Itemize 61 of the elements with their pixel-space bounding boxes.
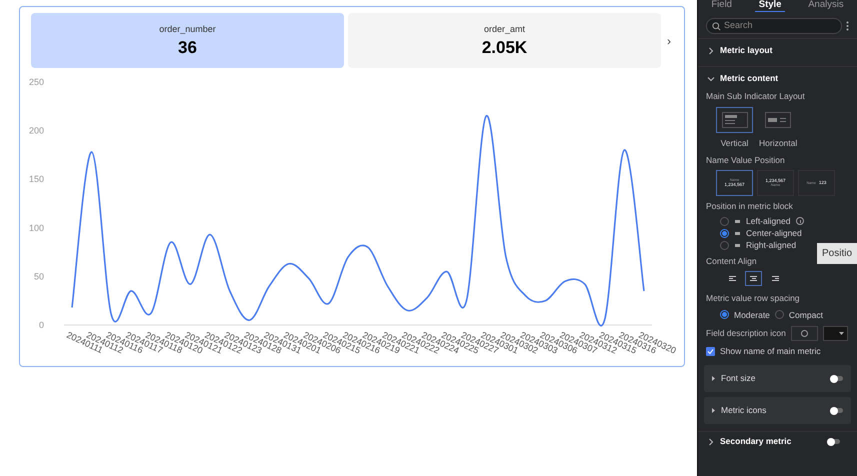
caret-right-icon — [712, 376, 715, 381]
caret-icon — [838, 332, 844, 336]
subsection-header[interactable]: Font size — [704, 365, 851, 392]
radio-button[interactable] — [720, 310, 729, 320]
y-axis-label: 100 — [28, 222, 44, 233]
y-axis-label: 250 — [28, 77, 44, 87]
align-icon — [735, 232, 740, 234]
checkbox[interactable] — [706, 347, 715, 356]
radio-label: Compact — [788, 308, 823, 322]
chevron-down-icon — [707, 74, 715, 82]
color-dropdown[interactable] — [822, 326, 848, 342]
radio-label: Moderate — [734, 308, 770, 322]
section-header[interactable]: Metric layout — [698, 38, 857, 62]
metric-value: 2.05K — [482, 36, 528, 58]
chevron-right-icon — [707, 438, 715, 446]
section-header[interactable]: Metric content — [698, 66, 857, 90]
metric-name: order_amt — [484, 23, 526, 36]
search-field[interactable]: Search — [706, 18, 842, 34]
align-button[interactable] — [745, 270, 762, 286]
panel-tab[interactable]: Style — [754, 0, 786, 12]
radio-button[interactable] — [720, 216, 729, 226]
field-label: Metric value row spacing — [706, 292, 801, 304]
align-icon — [735, 244, 740, 246]
radio-label: Center-aligned — [746, 226, 802, 240]
panel-tab[interactable]: Analysis — [804, 0, 848, 12]
align-icon — [735, 220, 740, 222]
field-label: Position in metric block — [706, 200, 794, 213]
panel-tab[interactable]: Field — [707, 0, 736, 12]
subsection-header[interactable]: Metric icons — [704, 397, 851, 424]
metric-name: order_number — [159, 23, 216, 36]
y-axis-label: 150 — [28, 174, 44, 184]
toggle-switch[interactable] — [831, 408, 843, 413]
toggle-switch[interactable] — [828, 439, 840, 444]
y-axis-label: 0 — [38, 320, 44, 330]
search-input[interactable]: Search — [724, 19, 804, 33]
radio-button[interactable] — [774, 310, 784, 320]
caret-right-icon — [712, 408, 715, 413]
section-header[interactable]: Secondary metric — [698, 431, 857, 451]
icon-picker[interactable] — [790, 326, 818, 342]
radio-button[interactable] — [720, 240, 729, 250]
next-button[interactable]: › — [665, 32, 673, 50]
radio-button[interactable] — [720, 228, 729, 238]
metric-card[interactable]: order_amt 2.05K — [348, 13, 661, 68]
layout-option[interactable]: Horizontal — [759, 106, 798, 150]
radio-label: Right-aligned — [746, 238, 796, 252]
y-axis-label: 50 — [34, 271, 44, 282]
toggle-switch[interactable] — [831, 376, 843, 381]
field-label: Name Value Position — [706, 154, 786, 166]
metric-value: 36 — [178, 36, 197, 58]
field-label: Main Sub Indicator Layout — [706, 90, 806, 103]
metric-card[interactable]: order_number 36 — [31, 13, 344, 68]
info-icon — [796, 217, 804, 225]
radio-label: Left-aligned — [746, 214, 790, 228]
chevron-right-icon — [707, 46, 715, 54]
field-label: Content Align — [706, 255, 758, 268]
more-icon[interactable] — [846, 21, 849, 31]
search-icon — [712, 22, 721, 30]
field-label: Field description icon — [706, 327, 786, 340]
tooltip: Positio — [817, 243, 857, 264]
y-axis-label: 200 — [28, 126, 44, 136]
checkbox-label: Show name of main metric — [720, 345, 821, 358]
